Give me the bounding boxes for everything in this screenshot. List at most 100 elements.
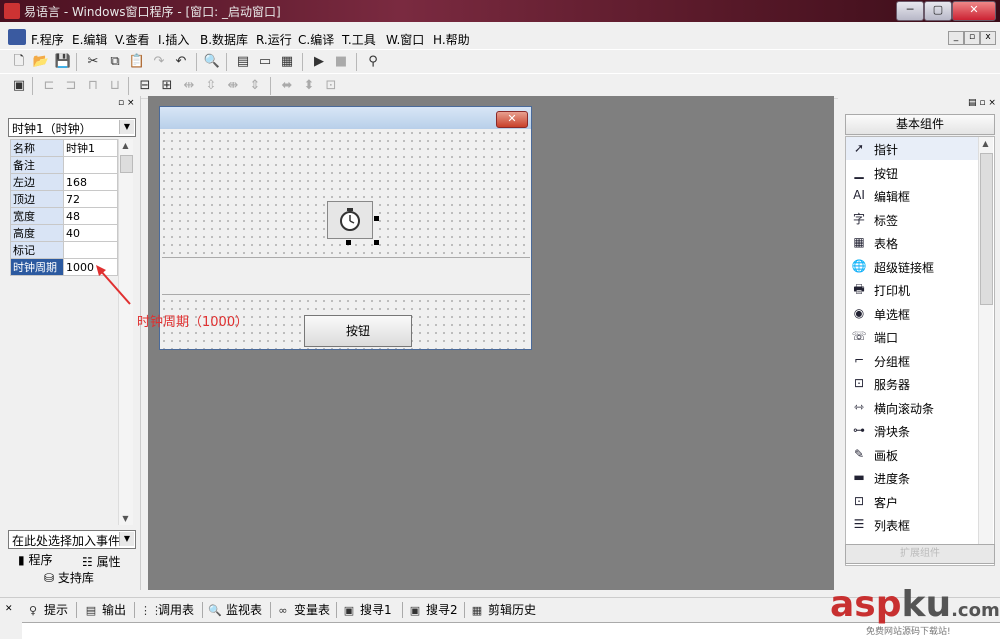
copy-icon[interactable]: ⧉ xyxy=(106,53,124,71)
component-item[interactable]: ☰ 列表框 xyxy=(846,513,979,536)
component-item[interactable]: AI 编辑框 xyxy=(846,184,979,207)
menu-program[interactable]: F.程序 xyxy=(31,31,64,48)
scroll-up-icon[interactable]: ▲ xyxy=(119,139,132,152)
property-value[interactable]: 40 xyxy=(63,224,118,242)
close-button[interactable]: ✕ xyxy=(952,1,996,21)
cut-icon[interactable]: ✂ xyxy=(84,53,102,71)
open-folder-icon[interactable]: 📂 xyxy=(32,53,50,71)
component-item[interactable]: ⊶ 滑块条 xyxy=(846,419,979,442)
scroll-thumb[interactable] xyxy=(120,155,133,173)
menu-run[interactable]: R.运行 xyxy=(256,31,292,48)
component-item[interactable]: ⊡ 服务器 xyxy=(846,372,979,395)
tab-output[interactable]: ▤ 输出 xyxy=(84,601,126,619)
layout-grid-icon[interactable]: ▦ xyxy=(278,53,296,71)
property-row[interactable]: 宽度 48 xyxy=(10,207,118,225)
layout-bottom-icon[interactable]: ▭ xyxy=(256,53,274,71)
same-size-v-icon[interactable]: ⬍ xyxy=(300,77,318,95)
minimize-button[interactable]: ─ xyxy=(896,1,924,21)
component-item[interactable]: 字标签 xyxy=(846,208,979,231)
tab-hint[interactable]: ♀ 提示 xyxy=(26,601,68,619)
menu-tools[interactable]: T.工具 xyxy=(342,31,376,48)
menu-database[interactable]: B.数据库 xyxy=(200,31,248,48)
scroll-down-icon[interactable]: ▼ xyxy=(119,512,132,525)
scroll-thumb[interactable] xyxy=(980,153,993,305)
property-value[interactable] xyxy=(63,241,118,259)
component-item[interactable]: ☏ 端口 xyxy=(846,325,979,348)
resize-handle[interactable] xyxy=(374,216,379,221)
chevron-down-icon[interactable]: ▼ xyxy=(119,532,134,546)
find-icon[interactable]: 🔍 xyxy=(203,53,221,71)
save-icon[interactable]: 💾 xyxy=(54,53,72,71)
redo-icon[interactable]: ↷ xyxy=(150,53,168,71)
scroll-up-icon[interactable]: ▲ xyxy=(979,137,992,150)
menu-help[interactable]: H.帮助 xyxy=(433,31,470,48)
menu-edit[interactable]: E.编辑 xyxy=(72,31,107,48)
component-item[interactable]: 🌐 超级链接框 xyxy=(846,255,979,278)
tab-call-stack[interactable]: ⋮⋮调用表 xyxy=(140,601,194,619)
tab-program[interactable]: ▮ 程序 xyxy=(18,551,52,568)
property-value[interactable]: 48 xyxy=(63,207,118,225)
property-row[interactable]: 顶边 72 xyxy=(10,190,118,208)
component-item[interactable]: ➚ 指针 xyxy=(846,137,979,160)
component-item[interactable]: ⊡ 客户 xyxy=(846,490,979,513)
property-scrollbar[interactable]: ▲ ▼ xyxy=(118,139,133,525)
form-button[interactable]: 按钮 xyxy=(304,315,412,347)
property-row[interactable]: 名称 时钟1 xyxy=(10,139,118,157)
timer-control[interactable] xyxy=(327,201,373,239)
component-item[interactable]: ▦ 表格 xyxy=(846,231,979,254)
space-across-icon[interactable]: ⇼ xyxy=(224,77,242,95)
maximize-button[interactable]: ▢ xyxy=(924,1,952,21)
tab-property[interactable]: ☷ 属性 xyxy=(82,553,121,570)
component-item[interactable]: ⇿ 横向滚动条 xyxy=(846,396,979,419)
menu-compile[interactable]: C.编译 xyxy=(298,31,334,48)
mdi-restore-button[interactable]: ▫ xyxy=(964,31,980,45)
align-right-icon[interactable]: ⊐ xyxy=(62,77,80,95)
same-size-icon[interactable]: ⬌ xyxy=(278,77,296,95)
property-value[interactable]: 72 xyxy=(63,190,118,208)
tab-support-library[interactable]: ⛁ 支持库 xyxy=(44,569,94,586)
menu-window[interactable]: W.窗口 xyxy=(386,31,424,48)
binoculars-icon[interactable]: ⚲ xyxy=(364,53,382,71)
same-height-icon[interactable]: ⇳ xyxy=(202,77,220,95)
component-item[interactable]: ⌐ 分组框 xyxy=(846,349,979,372)
stop-icon[interactable]: ■ xyxy=(332,53,350,71)
new-file-icon[interactable]: 🗋 xyxy=(10,53,28,71)
component-item[interactable]: ◉ 单选框 xyxy=(846,302,979,325)
undo-icon[interactable]: ↶ xyxy=(172,53,190,71)
chevron-down-icon[interactable]: ▼ xyxy=(119,120,134,134)
property-value[interactable]: 时钟1 xyxy=(63,139,118,157)
component-item[interactable]: ✎ 画板 xyxy=(846,443,979,466)
tab-watch[interactable]: 🔍 监视表 xyxy=(208,601,262,619)
mdi-close-button[interactable]: x xyxy=(980,31,996,45)
app-menu-icon[interactable] xyxy=(8,29,26,45)
event-selector[interactable]: 在此处选择加入事件 ▼ xyxy=(8,530,136,549)
component-item[interactable]: ▬ 进度条 xyxy=(846,466,979,489)
run-icon[interactable]: ▶ xyxy=(310,53,328,71)
center-horizontal-icon[interactable]: ⊟ xyxy=(136,77,154,95)
property-row[interactable]: 标记 xyxy=(10,241,118,259)
align-bottom-icon[interactable]: ⊔ xyxy=(106,77,124,95)
extended-components-header[interactable]: 扩展组件 xyxy=(845,544,995,564)
properties-icon[interactable]: ▣ xyxy=(10,77,28,95)
layout-left-icon[interactable]: ▤ xyxy=(234,53,252,71)
property-row[interactable]: 备注 xyxy=(10,156,118,174)
property-value[interactable] xyxy=(63,156,118,174)
object-selector[interactable]: 时钟1（时钟） ▼ xyxy=(8,118,136,137)
resize-handle[interactable] xyxy=(374,240,379,245)
menu-view[interactable]: V.查看 xyxy=(115,31,149,48)
mdi-minimize-button[interactable]: _ xyxy=(948,31,964,45)
tab-search1[interactable]: ▣ 搜寻1 xyxy=(342,601,392,619)
align-top-icon[interactable]: ⊓ xyxy=(84,77,102,95)
paste-icon[interactable]: 📋 xyxy=(128,53,146,71)
center-vertical-icon[interactable]: ⊞ xyxy=(158,77,176,95)
pin-icon[interactable]: ✕ xyxy=(5,604,13,614)
property-row[interactable]: 高度 40 xyxy=(10,224,118,242)
panel-pin-icon[interactable]: ▤ ▫ × xyxy=(968,98,996,108)
component-item[interactable]: ▁ 按钮 xyxy=(846,161,979,184)
tab-search2[interactable]: ▣ 搜寻2 xyxy=(408,601,458,619)
space-down-icon[interactable]: ⇕ xyxy=(246,77,264,95)
menu-insert[interactable]: I.插入 xyxy=(158,31,189,48)
same-width-icon[interactable]: ⇹ xyxy=(180,77,198,95)
tab-variables[interactable]: ∞ 变量表 xyxy=(276,601,330,619)
panel-pin-icon[interactable]: ▫ × xyxy=(118,98,135,108)
